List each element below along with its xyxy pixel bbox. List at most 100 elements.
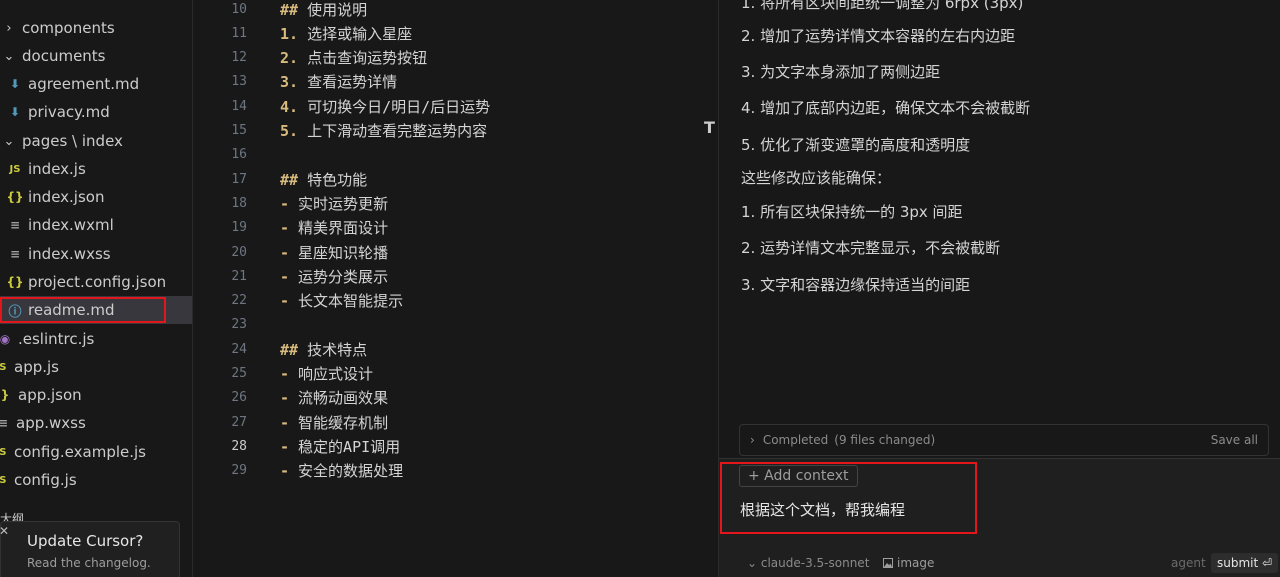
code-line[interactable]: 28 - 稳定的API调用 — [193, 434, 704, 458]
chat-message-line: 2. 运势详情文本完整显示，不会被截断 — [741, 239, 1001, 257]
markdown-marker: 3. — [280, 73, 299, 92]
code-line[interactable]: 16 — [193, 143, 704, 167]
chevron-right-icon: › — [6, 20, 12, 36]
code-line[interactable]: 19 - 精美界面设计 — [193, 216, 704, 240]
file-readme-md[interactable]: ⓘ readme.md — [0, 296, 192, 324]
file-config-example-js[interactable]: JS config.example.js — [0, 438, 184, 466]
close-icon[interactable]: ✕ — [0, 524, 9, 538]
line-content: 特色功能 — [298, 170, 368, 189]
file-explorer: MINIPROGRAM-1 › components ⌄ documents ⬇… — [0, 0, 193, 577]
eslint-icon: ◉ — [0, 332, 11, 346]
code-line[interactable]: 27 - 智能缓存机制 — [193, 410, 704, 434]
line-content: 实时运势更新 — [289, 194, 389, 213]
chat-message-line: 3. 为文字本身添加了两侧边距 — [741, 63, 941, 81]
code-editor[interactable]: 10 ## 使用说明 11 1. 选择或输入星座 12 2. 点击查询运势按钮 13 3. 查… — [193, 0, 704, 577]
json-file-icon: } — [0, 388, 10, 402]
file-index-js[interactable]: JS index.js — [0, 155, 192, 183]
line-content: 长文本智能提示 — [289, 292, 404, 311]
chat-input-area[interactable]: + Add context 根据这个文档，帮我编程 ⌄ claude-3.5-s… — [719, 458, 1280, 577]
completed-label: Completed — [762, 433, 829, 447]
folder-pages-index[interactable]: ⌄ pages \ index — [0, 127, 192, 155]
code-line[interactable]: 10 ## 使用说明 — [193, 0, 704, 21]
file-index-wxml[interactable]: ≡ index.wxml — [0, 211, 192, 239]
line-content: 上下滑动查看完整运势内容 — [298, 122, 488, 140]
file-app-js[interactable]: JS app.js — [0, 353, 184, 381]
explorer-header: MINIPROGRAM-1 — [4, 0, 114, 10]
file-eslintrc-js[interactable]: ◉ .eslintrc.js — [0, 325, 188, 353]
markdown-marker: - — [280, 292, 290, 311]
markdown-marker: 1. — [280, 24, 299, 43]
line-number: 24 — [231, 341, 247, 357]
tree-item-label: config.example.js — [14, 443, 146, 461]
code-line[interactable]: 22 - 长文本智能提示 — [193, 289, 704, 313]
file-privacy-md[interactable]: ⬇ privacy.md — [0, 98, 192, 126]
image-button-label: image — [897, 556, 935, 570]
changelog-link[interactable]: Read the changelog. — [27, 556, 151, 570]
line-number: 20 — [231, 244, 247, 260]
code-line[interactable]: 17 ## 特色功能 — [193, 167, 704, 191]
code-line[interactable]: 15 5. 上下滑动查看完整运势内容 — [193, 119, 704, 143]
image-icon — [883, 558, 893, 568]
save-all-button[interactable]: Save all — [1211, 433, 1258, 447]
folder-documents[interactable]: ⌄ documents — [0, 42, 192, 70]
tree-item-label: index.json — [28, 188, 105, 206]
markdown-marker: - — [280, 219, 290, 238]
code-line[interactable]: 13 3. 查看运势详情 — [193, 70, 704, 94]
code-line[interactable]: 18 - 实时运势更新 — [193, 191, 704, 215]
update-notification[interactable]: ✕ Update Cursor? Read the changelog. — [0, 521, 180, 577]
line-number: 26 — [231, 390, 247, 406]
file-app-json[interactable]: } app.json — [0, 381, 188, 409]
chat-input-text[interactable]: 根据这个文档，帮我编程 — [740, 499, 905, 520]
markdown-marker: 2. — [280, 49, 299, 68]
line-content: 运势分类展示 — [289, 267, 389, 286]
line-content: 响应式设计 — [289, 365, 374, 383]
file-agreement-md[interactable]: ⬇ agreement.md — [0, 70, 192, 98]
code-text: - 智能缓存机制 — [280, 412, 388, 433]
file-app-wxss[interactable]: ≡ app.wxss — [0, 409, 186, 437]
tree-item-label: app.json — [18, 386, 82, 404]
line-number: 19 — [231, 220, 247, 236]
model-selector[interactable]: ⌄ claude-3.5-sonnet — [747, 556, 869, 570]
markdown-marker: ## — [280, 170, 299, 189]
agent-mode-label[interactable]: agent — [1171, 556, 1206, 570]
chevron-down-icon: ⌄ — [3, 133, 15, 149]
folder-components[interactable]: › components — [0, 14, 192, 42]
completed-changes-bar[interactable]: › Completed (9 files changed) Save all — [739, 424, 1269, 456]
image-button[interactable]: image — [883, 556, 934, 570]
tree-item-label: index.wxml — [28, 216, 114, 234]
line-number: 29 — [231, 463, 247, 479]
line-number: 16 — [231, 147, 247, 163]
chevron-down-icon: ⌄ — [3, 48, 15, 64]
code-line[interactable]: 21 - 运势分类展示 — [193, 264, 704, 288]
chat-message-line: 1. 所有区块保持统一的 3px 间距 — [741, 203, 963, 221]
file-index-json[interactable]: {} index.json — [0, 183, 192, 211]
code-text: 2. 点击查询运势按钮 — [280, 47, 427, 68]
file-index-wxss[interactable]: ≡ index.wxss — [0, 240, 192, 268]
code-line[interactable]: 25 - 响应式设计 — [193, 362, 704, 386]
add-context-button[interactable]: + Add context — [739, 465, 858, 487]
text-cursor-icon: T — [704, 118, 715, 137]
line-content: 选择或输入星座 — [298, 24, 413, 43]
code-line[interactable]: 26 - 流畅动画效果 — [193, 386, 704, 410]
code-line[interactable]: 24 ## 技术特点 — [193, 337, 704, 361]
tree-item-label: pages \ index — [22, 132, 123, 150]
toast-title: Update Cursor? — [27, 532, 144, 550]
line-content: 可切换今日/明日/后日运势 — [298, 97, 491, 116]
code-line[interactable]: 29 - 安全的数据处理 — [193, 459, 704, 483]
markdown-marker: - — [280, 413, 290, 432]
json-file-icon: {} — [6, 275, 24, 289]
line-number: 11 — [231, 25, 247, 41]
code-line[interactable]: 23 — [193, 313, 704, 337]
file-config-js[interactable]: JS config.js — [0, 466, 184, 494]
markdown-marker: 4. — [280, 97, 299, 116]
code-line[interactable]: 11 1. 选择或输入星座 — [193, 21, 704, 45]
file-project-config-json[interactable]: {} project.config.json — [0, 268, 192, 296]
code-line[interactable]: 14 4. 可切换今日/明日/后日运势 — [193, 94, 704, 118]
chat-message-line: 这些修改应该能确保： — [741, 169, 892, 187]
code-line[interactable]: 12 2. 点击查询运势按钮 — [193, 46, 704, 70]
json-file-icon: {} — [6, 190, 24, 204]
code-line[interactable]: 20 - 星座知识轮播 — [193, 240, 704, 264]
code-text: ## 特色功能 — [280, 169, 367, 190]
submit-button[interactable]: submit ⏎ — [1211, 553, 1279, 573]
javascript-file-icon: JS — [0, 447, 10, 458]
